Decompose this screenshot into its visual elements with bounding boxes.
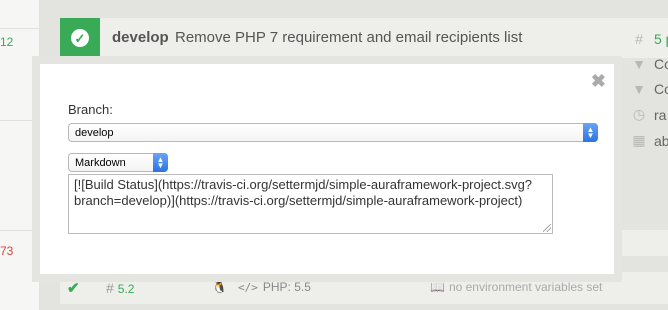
build-commit-message: Remove PHP 7 requirement and email recip… — [175, 29, 523, 46]
badge-code-text: [![Build Status](https://travis-ci.org/s… — [74, 177, 533, 208]
compare-icon: ▼ — [632, 81, 646, 97]
branch-label: Branch: — [68, 102, 113, 117]
build-header: ✓ develop Remove PHP 7 requirement and e… — [60, 18, 668, 58]
commit-item[interactable]: ▼ Co — [632, 56, 668, 72]
hash-icon: # — [635, 31, 643, 47]
chevron-updown-icon: ▲ ▼ — [153, 153, 168, 172]
format-select[interactable]: Markdown ▲ ▼ — [68, 153, 168, 172]
build-number-item[interactable]: # 5 p — [632, 31, 668, 47]
left-build-number[interactable]: 73 — [0, 244, 13, 258]
close-icon[interactable]: ✖ — [591, 72, 606, 90]
linux-icon: 🐧 — [212, 280, 227, 294]
job-env-text: no environment variables set — [448, 280, 603, 294]
divider — [0, 28, 39, 29]
clock-icon: ◷ — [632, 106, 646, 122]
calendar-icon: ▦ — [632, 132, 646, 148]
finished-item: ▦ ab — [632, 132, 668, 149]
branch-select-value: develop — [75, 127, 114, 139]
format-select-value: Markdown — [75, 157, 126, 169]
hash-icon: # — [106, 280, 114, 296]
chevron-updown-icon: ▲ ▼ — [583, 123, 598, 142]
build-passed-status: ✓ — [60, 18, 100, 58]
status-image-modal: ✖ Branch: develop ▲ ▼ Markdown ▲ ▼ [![Buil… — [32, 56, 622, 282]
job-env: 📖 no environment variables set — [430, 280, 602, 294]
left-build-number[interactable]: 12 — [0, 35, 13, 49]
build-branch-name[interactable]: develop — [112, 29, 169, 46]
branch-select[interactable]: develop ▲ ▼ — [68, 123, 598, 142]
compare-text: Co — [654, 81, 668, 97]
duration-item: ◷ ra — [632, 106, 667, 123]
badge-code-textarea[interactable]: [![Build Status](https://travis-ci.org/s… — [68, 174, 553, 234]
finished-text: ab — [654, 132, 668, 149]
resize-handle-icon[interactable] — [543, 224, 551, 232]
job-number[interactable]: #5.2 — [106, 280, 134, 296]
compare-item[interactable]: ▼ Co — [632, 81, 668, 97]
check-icon: ✓ — [71, 29, 89, 47]
duration-text: ra — [654, 106, 667, 123]
job-language: </> PHP: 5.5 — [238, 280, 311, 294]
commit-text: Co — [654, 56, 668, 72]
build-number-text: 5 p — [654, 31, 668, 47]
book-icon: 📖 — [430, 280, 445, 294]
job-language-text: PHP: 5.5 — [262, 280, 311, 294]
job-number-text: 5.2 — [117, 282, 135, 296]
code-icon: </> — [238, 281, 258, 294]
commit-icon: ▼ — [632, 56, 646, 72]
